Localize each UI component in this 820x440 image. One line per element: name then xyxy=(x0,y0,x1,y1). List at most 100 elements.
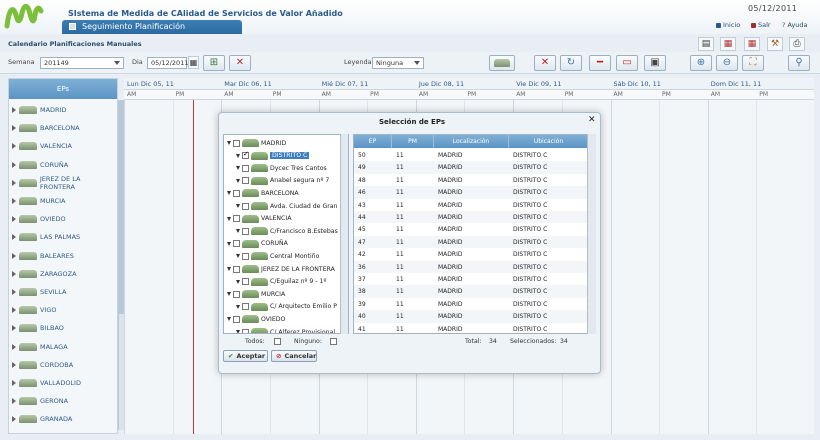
cancel-button[interactable]: ⊘ Cancelar xyxy=(271,350,317,362)
expand-arrow-icon[interactable] xyxy=(227,292,231,297)
table-scrollbar[interactable] xyxy=(587,134,596,334)
tree-select-button[interactable]: ⊞ xyxy=(203,55,225,71)
tree-checkbox[interactable] xyxy=(242,328,249,333)
table-row[interactable]: 47 11 MADRID DISTRITO C xyxy=(354,235,589,249)
tree-node-region[interactable]: JEREZ DE LA FRONTERA xyxy=(227,263,335,275)
tree-checkbox[interactable] xyxy=(233,215,240,223)
expand-arrow-icon[interactable] xyxy=(12,161,16,168)
tree-node-site[interactable]: C/ Alferez Provisional xyxy=(236,326,335,333)
expand-arrow-icon[interactable] xyxy=(12,252,16,259)
expand-arrow-icon[interactable] xyxy=(227,141,231,145)
table-row[interactable]: 44 11 MADRID DISTRITO C xyxy=(354,211,589,224)
table-row[interactable]: 37 11 MADRID DISTRITO C xyxy=(354,273,589,286)
date-picker-icon[interactable]: ▦ xyxy=(188,56,199,69)
table-row[interactable]: 42 11 MADRID DISTRITO C xyxy=(354,248,589,261)
ep-row[interactable]: GRANADA xyxy=(9,410,117,428)
table-row[interactable]: 39 11 MADRID DISTRITO C xyxy=(354,297,589,311)
column-header[interactable]: Localización xyxy=(434,135,509,148)
tree-checkbox[interactable] xyxy=(233,290,240,298)
tree-checkbox[interactable] xyxy=(242,177,249,185)
expand-arrow-icon[interactable] xyxy=(12,343,16,350)
ayuda-link[interactable]: ? Ayuda xyxy=(782,21,808,29)
ep-row[interactable]: VALENCIA xyxy=(9,137,117,155)
expand-arrow-icon[interactable] xyxy=(12,325,16,332)
tree-node-region[interactable]: BARCELONA xyxy=(227,187,299,199)
table-row[interactable]: 38 11 MADRID DISTRITO C xyxy=(354,285,589,298)
tree-checkbox[interactable] xyxy=(242,303,249,311)
table-row[interactable]: 41 11 MADRID DISTRITO C xyxy=(354,322,589,333)
ep-row[interactable]: OVIEDO xyxy=(9,210,117,228)
table-row[interactable]: 43 11 MADRID DISTRITO C xyxy=(354,198,589,211)
column-header[interactable]: PM xyxy=(392,135,434,148)
tree-node-site[interactable]: Avda. Ciudad de Gran xyxy=(236,200,338,212)
column-header[interactable]: EP xyxy=(354,135,392,148)
report-icon[interactable]: ▤ xyxy=(698,37,714,51)
expand-arrow-icon[interactable] xyxy=(236,330,240,333)
tree-node-site[interactable]: Anabel segura nº 7 xyxy=(236,175,329,187)
calendar-day-icon[interactable]: ▦ xyxy=(720,37,736,51)
expand-arrow-icon[interactable] xyxy=(12,143,16,150)
ep-row[interactable]: GERONA xyxy=(9,392,117,410)
expand-arrow-icon[interactable] xyxy=(12,107,16,113)
dia-input[interactable]: 05/12/2011 xyxy=(147,57,188,69)
ninguno-checkbox[interactable] xyxy=(330,338,337,345)
tree-node-site[interactable]: Dycec Tres Cantos xyxy=(236,162,327,174)
tree-node-site[interactable]: Central Montiño xyxy=(236,250,319,262)
tree-checkbox[interactable] xyxy=(233,315,240,323)
tree-checkbox[interactable] xyxy=(242,278,249,286)
calendar-week-icon[interactable]: ▦ xyxy=(744,37,760,51)
tree-checkbox[interactable] xyxy=(233,139,240,147)
expand-arrow-icon[interactable] xyxy=(12,125,16,132)
print-icon[interactable]: ⎙ xyxy=(789,37,805,51)
fit-button[interactable]: ⛶ xyxy=(742,55,764,71)
ep-row[interactable]: SEVILLA xyxy=(9,283,117,301)
inicio-link[interactable]: Inicio xyxy=(716,21,740,29)
expand-arrow-icon[interactable] xyxy=(236,279,240,284)
expand-arrow-icon[interactable] xyxy=(12,216,16,223)
expand-arrow-icon[interactable] xyxy=(227,267,231,271)
ep-row[interactable]: BILBAO xyxy=(9,319,117,337)
salir-link[interactable]: Salr xyxy=(751,21,771,29)
tree-checkbox[interactable] xyxy=(233,265,240,273)
tree-node-region[interactable]: CORUÑA xyxy=(227,238,288,250)
ep-row[interactable]: VALLADOLID xyxy=(9,374,117,392)
expand-arrow-icon[interactable] xyxy=(12,270,16,277)
expand-arrow-icon[interactable] xyxy=(236,178,240,183)
semana-select[interactable]: 201149 xyxy=(40,57,124,69)
expand-arrow-icon[interactable] xyxy=(12,307,16,314)
tree-node-site[interactable]: C/Francisco B.Estebas xyxy=(236,225,338,237)
tree-checkbox[interactable] xyxy=(242,227,249,235)
delete-button[interactable]: ✕ xyxy=(534,55,556,71)
ep-row[interactable]: MALAGA xyxy=(9,338,117,356)
close-icon[interactable]: ✕ xyxy=(588,116,596,125)
select-eps-button[interactable] xyxy=(489,55,515,71)
expand-arrow-icon[interactable] xyxy=(236,153,240,158)
tree-node-region[interactable]: VALENCIA xyxy=(227,213,291,225)
remove-row-button[interactable]: ▭ xyxy=(616,55,638,71)
ep-row[interactable]: MADRID xyxy=(9,101,117,119)
refresh-button[interactable]: ↻ xyxy=(560,55,582,71)
expand-arrow-icon[interactable] xyxy=(227,216,231,221)
ep-row[interactable]: CORDOBA xyxy=(9,356,117,374)
tree-clear-button[interactable]: ✕ xyxy=(229,55,251,71)
map-button[interactable]: ⚲ xyxy=(788,55,810,71)
expand-arrow-icon[interactable] xyxy=(12,179,16,186)
todos-checkbox[interactable] xyxy=(274,338,281,345)
tree-checkbox[interactable] xyxy=(242,202,249,210)
expand-arrow-icon[interactable] xyxy=(12,198,16,204)
expand-arrow-icon[interactable] xyxy=(236,166,240,171)
expand-arrow-icon[interactable] xyxy=(236,229,240,234)
tree-node-site[interactable]: C/ Arquitecto Emilio P xyxy=(236,301,337,313)
ep-row[interactable]: MURCIA xyxy=(9,192,117,210)
save-button[interactable]: ▣ xyxy=(644,55,666,71)
ep-row[interactable]: BARCELONA xyxy=(9,119,117,137)
ep-row[interactable]: VIGO xyxy=(9,301,117,319)
ep-row[interactable]: LAS PALMAS xyxy=(9,228,117,246)
expand-arrow-icon[interactable] xyxy=(236,254,240,259)
zoom-in-button[interactable]: ⊕ xyxy=(690,55,712,71)
tree-checkbox[interactable] xyxy=(233,189,240,197)
ep-row[interactable]: ZARAGOZA xyxy=(9,265,117,283)
expand-arrow-icon[interactable] xyxy=(236,204,240,208)
accept-button[interactable]: ✔ Aceptar xyxy=(223,350,268,362)
tree-scrollbar[interactable] xyxy=(340,134,348,334)
